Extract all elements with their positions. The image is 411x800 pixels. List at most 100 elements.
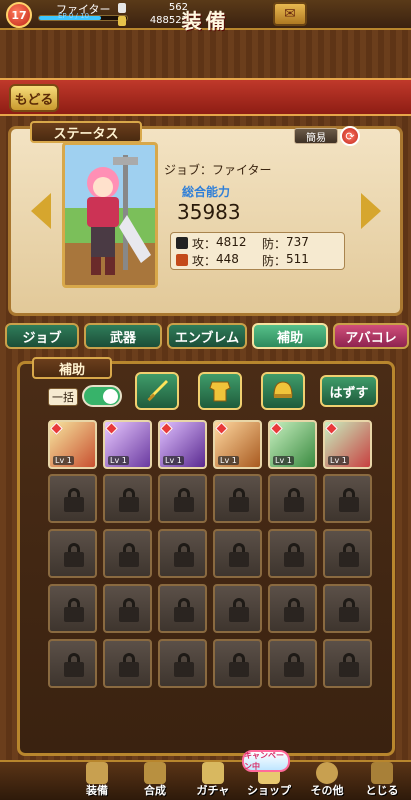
nav-equip[interactable]: 装備: [68, 760, 126, 800]
lock-icon: [119, 598, 139, 622]
lock-icon: [229, 543, 249, 567]
magic-defense-value: 511: [286, 252, 309, 266]
locked-slot: [268, 639, 317, 688]
locked-slot: [48, 529, 97, 578]
locked-slot: [103, 529, 152, 578]
next-arrow[interactable]: [361, 193, 381, 229]
magic-attack-icon: [176, 254, 188, 266]
lock-icon: [119, 488, 139, 512]
magic-attack-value: 448: [216, 252, 239, 266]
page-title: 装備: [181, 9, 230, 33]
lock-icon: [339, 653, 359, 677]
locked-slot: [48, 584, 97, 633]
filter-helmet-button[interactable]: [261, 372, 305, 410]
locked-slot: [213, 474, 262, 523]
tab-avatar-collection[interactable]: アバコレ: [333, 323, 409, 349]
physical-attack-icon: [176, 237, 188, 249]
equipped-slot[interactable]: Lv 1: [158, 420, 207, 469]
locked-slot: [213, 639, 262, 688]
gear-icon: [316, 762, 338, 784]
simple-view-button[interactable]: 簡易: [294, 128, 338, 144]
locked-slot: [158, 474, 207, 523]
rarity-gem-icon: [50, 422, 63, 435]
rarity-gem-icon: [325, 422, 338, 435]
lock-icon: [119, 543, 139, 567]
lock-icon: [284, 543, 304, 567]
physical-attack-label: 攻：: [192, 237, 217, 251]
nav-other-label: その他: [310, 784, 344, 797]
lock-icon: [119, 653, 139, 677]
filter-armor-button[interactable]: [198, 372, 242, 410]
bulk-label: 一括: [48, 388, 78, 406]
locked-slot: [213, 584, 262, 633]
helmet-icon: [273, 381, 293, 398]
character-portrait: [62, 142, 158, 288]
tab-emblem[interactable]: エンブレム: [167, 323, 247, 349]
slot-level: Lv 1: [218, 456, 239, 465]
tab-weapon[interactable]: 武器: [84, 323, 162, 349]
slot-level: Lv 1: [108, 456, 129, 465]
slot-level: Lv 1: [53, 456, 74, 465]
nav-gacha[interactable]: ガチャ: [184, 760, 242, 800]
locked-slot: [103, 584, 152, 633]
bulk-toggle[interactable]: [82, 385, 122, 407]
lock-icon: [284, 598, 304, 622]
equip-icon: [86, 762, 108, 784]
refresh-icon[interactable]: ⟳: [340, 126, 360, 146]
locked-slot: [213, 529, 262, 578]
remove-button[interactable]: はずす: [320, 375, 378, 407]
nav-close[interactable]: とじる: [353, 760, 411, 800]
lock-icon: [64, 653, 84, 677]
nav-synthesis[interactable]: 合成: [126, 760, 184, 800]
equipped-slot[interactable]: Lv 1: [103, 420, 152, 469]
locked-slot: [48, 474, 97, 523]
equipped-slot[interactable]: Lv 1: [268, 420, 317, 469]
nav-close-label: とじる: [365, 784, 399, 797]
locked-slot: [158, 584, 207, 633]
armor-icon: [209, 381, 231, 402]
toggle-knob: [103, 389, 118, 404]
lock-icon: [64, 543, 84, 567]
lock-icon: [64, 488, 84, 512]
sword-icon: [147, 380, 168, 402]
job-line: ジョブ：ファイター: [164, 163, 272, 177]
locked-slot: [268, 474, 317, 523]
lock-icon: [229, 653, 249, 677]
support-section-label: 補助: [32, 357, 112, 379]
equipped-slot[interactable]: Lv 1: [323, 420, 372, 469]
rarity-gem-icon: [105, 422, 118, 435]
close-icon: [371, 762, 393, 784]
previous-arrow[interactable]: [31, 193, 51, 229]
equipped-slot[interactable]: Lv 1: [48, 420, 97, 469]
rarity-gem-icon: [160, 422, 173, 435]
filter-sword-button[interactable]: [135, 372, 179, 410]
campaign-badge[interactable]: キャンペーン中: [242, 750, 290, 772]
equipped-slot[interactable]: Lv 1: [213, 420, 262, 469]
lock-icon: [64, 598, 84, 622]
lock-icon: [339, 598, 359, 622]
magic-defense-label: 防：: [262, 254, 287, 268]
lock-icon: [174, 543, 194, 567]
lock-icon: [284, 488, 304, 512]
lock-icon: [174, 653, 194, 677]
lock-icon: [339, 488, 359, 512]
locked-slot: [103, 639, 152, 688]
rarity-gem-icon: [215, 422, 228, 435]
nav-equip-label: 装備: [86, 784, 108, 797]
locked-slot: [323, 529, 372, 578]
locked-slot: [323, 584, 372, 633]
locked-slot: [323, 474, 372, 523]
lock-icon: [284, 653, 304, 677]
tab-job[interactable]: ジョブ: [5, 323, 79, 349]
slot-level: Lv 1: [328, 456, 349, 465]
locked-slot: [268, 529, 317, 578]
lock-icon: [174, 598, 194, 622]
locked-slot: [158, 639, 207, 688]
gacha-icon: [202, 762, 224, 784]
tab-support[interactable]: 補助: [252, 323, 328, 349]
nav-other[interactable]: その他: [298, 760, 356, 800]
lock-icon: [229, 488, 249, 512]
power-label: 総合能力: [182, 185, 231, 199]
lock-icon: [174, 488, 194, 512]
back-button[interactable]: もどる: [9, 84, 59, 112]
